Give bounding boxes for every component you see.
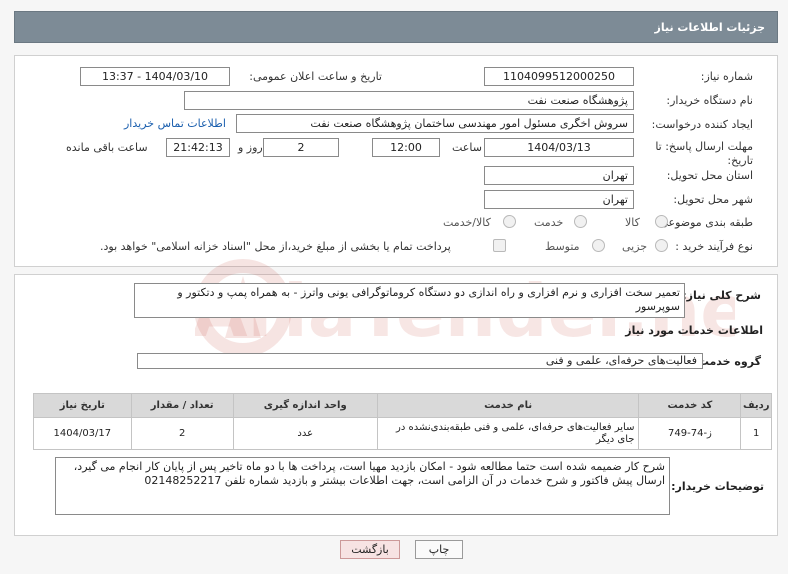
col-quantity: تعداد / مقدار [130,393,234,418]
days-label: روز و [238,141,263,154]
need-summary-label: شرح کلی نیاز: [682,289,761,302]
service-group-label: گروه خدمت: [693,355,761,368]
category-label: طبقه بندی موضوعی: [655,216,753,229]
cell-row-number: 1 [740,417,772,450]
print-button[interactable]: چاپ [415,540,463,559]
deadline-date-field: 1404/03/13 [484,138,634,157]
service-group-field: فعالیت‌های حرفه‌ای، علمی و فنی [137,353,703,369]
buyer-contact-link[interactable]: اطلاعات تماس خریدار [124,117,226,130]
page-title: جزئیات اطلاعات نیاز [654,21,766,34]
category-option-goods: کالا [625,216,640,229]
purchase-type-label: نوع فرآیند خرید : [675,240,753,253]
cell-service-name: سایر فعالیت‌های حرفه‌ای، علمی و فنی طبقه… [376,417,640,450]
announce-datetime-label: تاریخ و ساعت اعلان عمومی: [249,70,382,83]
requester-field: سروش اخگری مسئول امور مهندسی ساختمان پژو… [236,114,634,133]
days-field: 2 [263,138,339,157]
purchase-option-minor: جزیی [622,240,648,253]
category-option-service: خدمت [534,216,564,229]
col-service-name: نام خدمت [376,393,640,418]
announce-datetime-field: 1404/03/10 - 13:37 [80,67,230,86]
buyer-notes-textarea[interactable]: شرح کار ضمیمه شده است حتما مطالعه شود - … [55,457,670,515]
cell-service-code: ز-74-749 [638,417,742,450]
category-radio-goods[interactable] [655,215,668,228]
deadline-time-field: 12:00 [372,138,440,157]
province-label: استان محل تحویل: [666,169,753,182]
purchase-radio-medium[interactable] [592,239,605,252]
col-row-number: ردیف [740,393,772,418]
services-section-title: اطلاعات خدمات مورد نیاز [625,324,763,337]
col-unit: واحد اندازه گیری [232,393,378,418]
city-label: شهر محل تحویل: [673,193,753,206]
col-need-date: تاریخ نیاز [33,393,132,418]
back-button[interactable]: بازگشت [340,540,400,559]
need-summary-textarea[interactable]: تعمیر سخت افزاری و نرم افزاری و راه اندا… [134,283,685,318]
purchase-radio-minor[interactable] [655,239,668,252]
services-table: ردیف کد خدمت نام خدمت واحد اندازه گیری ت… [33,393,772,450]
cell-need-date: 1404/03/17 [33,417,132,450]
treasury-checkbox[interactable] [493,239,506,252]
buyer-org-label: نام دستگاه خریدار: [666,94,753,107]
purchase-option-medium: متوسط [545,240,580,253]
category-option-goods-service: کالا/خدمت [443,216,491,229]
city-field: تهران [484,190,634,209]
province-field: تهران [484,166,634,185]
remaining-time-label: ساعت باقی مانده [66,141,148,154]
table-row: 1 ز-74-749 سایر فعالیت‌های حرفه‌ای، علمی… [33,417,772,450]
deadline-label: مهلت ارسال پاسخ: تا تاریخ: [655,140,753,167]
category-radio-goods-service[interactable] [503,215,516,228]
deadline-time-label: ساعت [452,141,482,154]
services-table-header: ردیف کد خدمت نام خدمت واحد اندازه گیری ت… [33,393,772,418]
need-number-field: 1104099512000250 [484,67,634,86]
need-number-label: شماره نیاز: [700,70,753,83]
cell-quantity: 2 [130,417,234,450]
buyer-org-field: پژوهشگاه صنعت نفت [184,91,634,110]
requester-label: ایجاد کننده درخواست: [651,118,753,131]
cell-unit: عدد [232,417,378,450]
header-bar: جزئیات اطلاعات نیاز [14,11,778,43]
buyer-notes-label: توضیحات خریدار: [671,480,764,493]
remaining-time-field: 21:42:13 [166,138,230,157]
category-radio-service[interactable] [574,215,587,228]
treasury-payment-note: پرداخت تمام یا بخشی از مبلغ خرید،از محل … [100,240,451,253]
col-service-code: کد خدمت [638,393,742,418]
